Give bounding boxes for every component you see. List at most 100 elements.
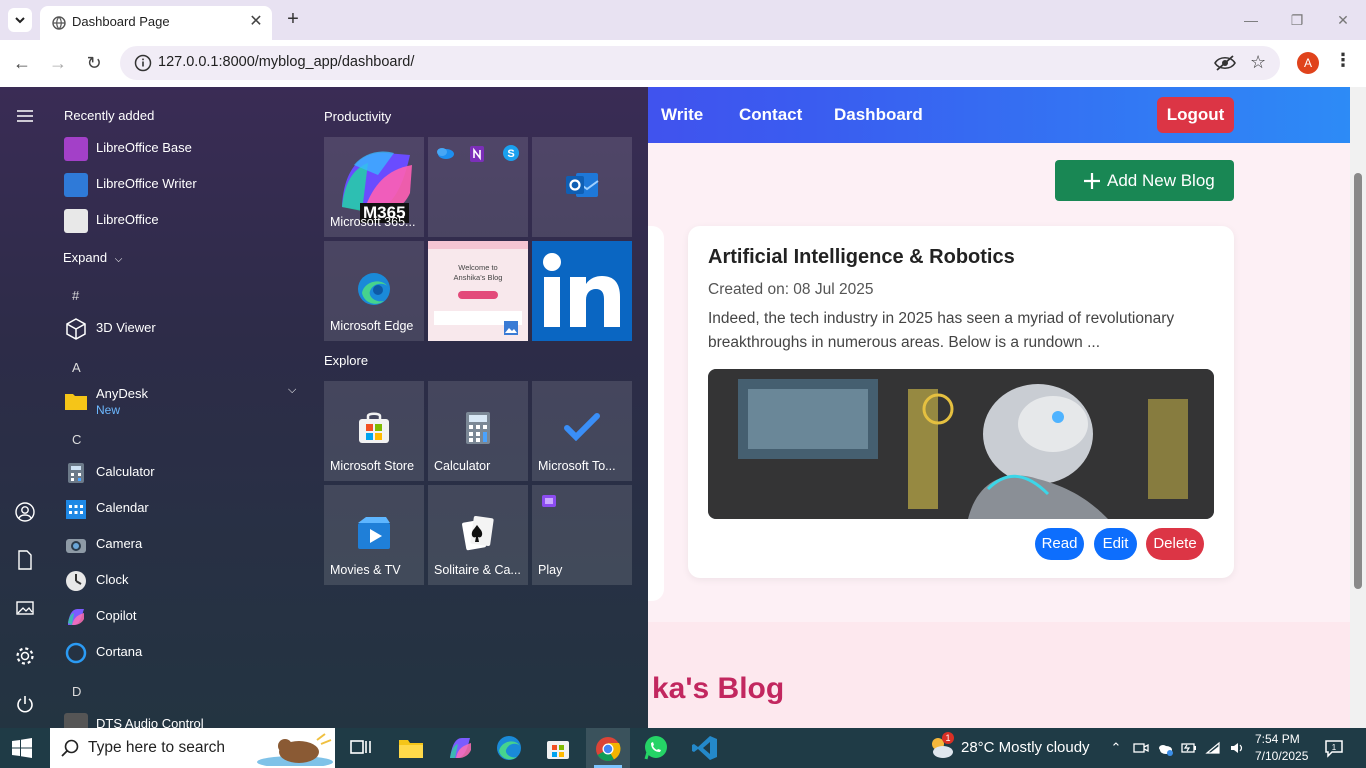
weather-text[interactable]: 28°C Mostly cloudy (961, 739, 1090, 756)
nav-link-contact[interactable]: Contact (739, 105, 802, 125)
nav-link-dashboard[interactable]: Dashboard (834, 105, 923, 125)
restore-window-button[interactable]: ❐ (1282, 8, 1312, 32)
tile-microsoft-todo[interactable]: Microsoft To... (532, 381, 632, 481)
app-camera[interactable]: Camera (62, 527, 312, 563)
new-tab-button[interactable]: + (282, 8, 304, 30)
app-clock[interactable]: Clock (62, 563, 312, 599)
read-button[interactable]: Read (1035, 528, 1084, 560)
section-letter-a[interactable]: A (72, 360, 81, 375)
file-explorer-icon[interactable] (396, 734, 426, 762)
taskbar-search-box[interactable]: Type here to search (50, 728, 335, 768)
battery-icon[interactable] (1181, 740, 1197, 756)
cortana-icon (65, 642, 87, 664)
app-calculator[interactable]: Calculator (62, 455, 312, 491)
more-menu-icon[interactable]: ⋮ (1334, 50, 1352, 71)
address-bar[interactable]: 127.0.0.1:8000/myblog_app/dashboard/ ☆ (120, 46, 1280, 80)
chrome-taskbar-active[interactable] (586, 728, 630, 768)
app-label: Clock (96, 572, 129, 587)
bookmark-star-icon[interactable]: ☆ (1250, 52, 1266, 73)
search-highlight-icon (257, 733, 333, 766)
tile-microsoft-store[interactable]: Microsoft Store (324, 381, 424, 481)
chevron-down-icon: ⌵ (114, 254, 123, 265)
hamburger-menu-icon[interactable] (14, 105, 36, 127)
volume-icon[interactable] (1229, 740, 1245, 756)
tile-play-folder[interactable]: Play (532, 485, 632, 585)
notification-center-icon[interactable]: 1 (1324, 738, 1344, 758)
browser-toolbar: ← → ↻ 127.0.0.1:8000/myblog_app/dashboar… (0, 40, 1366, 86)
tile-outlook[interactable] (532, 137, 632, 237)
nav-link-write[interactable]: Write (661, 105, 703, 125)
url-text[interactable]: 127.0.0.1:8000/myblog_app/dashboard/ (158, 54, 414, 70)
clock-date[interactable]: 7/10/2025 (1255, 749, 1308, 763)
svg-text:1: 1 (1332, 743, 1337, 752)
forward-arrow-icon[interactable]: → (46, 51, 70, 75)
section-letter-d[interactable]: D (72, 684, 81, 699)
camera-icon (66, 539, 86, 553)
scrollbar-thumb[interactable] (1354, 173, 1362, 589)
blog-card-title: Artificial Intelligence & Robotics (708, 246, 1015, 268)
app-cortana[interactable]: Cortana (62, 635, 312, 671)
user-account-icon[interactable] (14, 501, 36, 523)
tab-close-icon[interactable]: ✕ (246, 12, 266, 32)
app-anydesk[interactable]: AnyDesk New ⌵ (62, 383, 312, 425)
expand-button[interactable]: Expand ⌵ (63, 250, 122, 265)
tile-microsoft-edge[interactable]: Microsoft Edge (324, 241, 424, 341)
explore-group-title: Explore (324, 353, 369, 368)
meet-now-icon[interactable] (1133, 740, 1149, 756)
app-copilot[interactable]: Copilot (62, 599, 312, 635)
tile-solitaire[interactable]: Solitaire & Ca... (428, 485, 528, 585)
windows-start-icon[interactable] (12, 738, 32, 758)
outlook-icon (566, 173, 599, 197)
page-scrollbar[interactable] (1350, 87, 1366, 728)
site-info-icon[interactable] (134, 54, 152, 72)
minimize-window-button[interactable]: — (1236, 8, 1266, 32)
app-label: LibreOffice (96, 212, 159, 227)
pictures-icon[interactable] (14, 597, 36, 619)
task-view-icon[interactable] (346, 734, 376, 762)
edge-taskbar-icon[interactable] (494, 734, 524, 762)
app-libreoffice-writer[interactable]: LibreOffice Writer (62, 167, 312, 203)
tile-calculator[interactable]: Calculator (428, 381, 528, 481)
edit-button[interactable]: Edit (1094, 528, 1137, 560)
tile-microsoft-365[interactable]: M365 Microsoft 365... (324, 137, 424, 237)
power-icon[interactable] (14, 693, 36, 715)
chevron-down-icon[interactable]: ⌵ (288, 384, 296, 397)
wifi-icon[interactable] (1205, 740, 1221, 756)
tile-linkedin[interactable] (532, 241, 632, 341)
tile-movies-tv[interactable]: Movies & TV (324, 485, 424, 585)
chevron-up-icon[interactable]: ⌃ (1108, 740, 1124, 756)
logout-button[interactable]: Logout (1157, 97, 1234, 133)
close-window-button[interactable]: ✕ (1328, 8, 1358, 32)
back-arrow-icon[interactable]: ← (10, 51, 34, 75)
section-letter-c[interactable]: C (72, 432, 81, 447)
reload-icon[interactable]: ↻ (82, 51, 106, 75)
tab-search-button[interactable] (8, 8, 32, 32)
tile-office-apps-folder[interactable]: S (428, 137, 528, 237)
libreoffice-writer-icon (64, 173, 88, 197)
app-label: DTS Audio Control (96, 716, 204, 728)
taskbar: Type here to search 1 28°C Mostly cloudy… (0, 728, 1366, 768)
whatsapp-icon[interactable] (641, 734, 671, 762)
app-libreoffice[interactable]: LibreOffice (62, 203, 312, 239)
tile-blog-preview[interactable]: Welcome to Anshika's Blog (428, 241, 528, 341)
app-calendar[interactable]: Calendar (62, 491, 312, 527)
onedrive-tray-icon[interactable] (1157, 740, 1173, 756)
store-taskbar-icon[interactable] (543, 734, 573, 762)
app-dts-audio-control[interactable]: DTS Audio Control (62, 707, 312, 728)
documents-icon[interactable] (14, 549, 36, 571)
app-libreoffice-base[interactable]: LibreOffice Base (62, 131, 312, 167)
app-3d-viewer[interactable]: 3D Viewer (62, 311, 312, 347)
vscode-icon[interactable] (690, 734, 720, 762)
profile-avatar[interactable]: A (1297, 52, 1319, 74)
section-letter-hash[interactable]: # (72, 288, 79, 303)
chevron-down-icon (15, 17, 25, 24)
clock-time[interactable]: 7:54 PM (1255, 732, 1300, 746)
settings-gear-icon[interactable] (14, 645, 36, 667)
weather-icon[interactable]: 1 (928, 732, 954, 760)
browser-tab-active[interactable]: Dashboard Page ✕ (40, 6, 272, 40)
delete-button[interactable]: Delete (1146, 528, 1204, 560)
add-new-blog-button[interactable]: Add New Blog (1055, 160, 1234, 201)
todo-check-icon (564, 413, 600, 441)
eye-off-icon[interactable] (1214, 54, 1236, 72)
copilot-taskbar-icon[interactable] (445, 734, 475, 762)
